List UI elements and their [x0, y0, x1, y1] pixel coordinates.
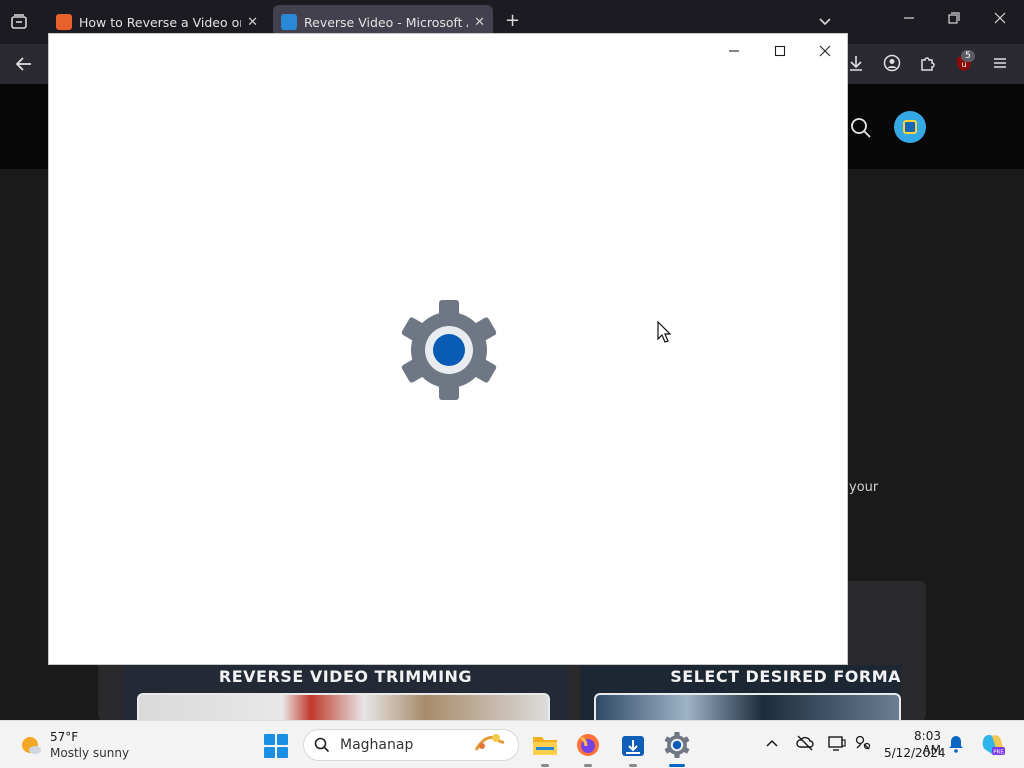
installer-icon[interactable] [618, 730, 648, 767]
minimize-icon[interactable] [720, 42, 748, 60]
puzzle-icon[interactable] [919, 54, 937, 76]
screenshot-label: SELECT DESIRED FORMA [670, 667, 901, 686]
settings-window[interactable] [48, 33, 848, 665]
maximize-icon[interactable] [766, 42, 794, 60]
weather-temperature[interactable]: 57°F [50, 730, 78, 744]
account-icon[interactable] [883, 54, 901, 76]
tab-favicon-icon [56, 14, 72, 30]
search-highlight-icon [472, 730, 508, 761]
weather-sun-icon[interactable] [20, 734, 42, 756]
settings-gear-icon [399, 300, 499, 400]
firefox-icon[interactable] [573, 730, 603, 767]
chevron-up-icon[interactable] [765, 735, 779, 754]
tab-list-icon[interactable] [8, 11, 30, 33]
close-tab-icon[interactable]: ✕ [247, 15, 258, 30]
close-icon[interactable] [811, 42, 839, 60]
onedrive-offline-icon[interactable] [796, 735, 814, 755]
restore-icon[interactable] [948, 12, 960, 28]
mouse-cursor-icon [657, 320, 672, 347]
start-button[interactable] [264, 734, 288, 758]
hamburger-icon[interactable] [991, 54, 1009, 76]
extension-badge: 5 [961, 50, 975, 62]
tab-title: How to Reverse a Video on Cap [79, 14, 241, 30]
copilot-pre-label: PRE [993, 750, 1004, 756]
screenshot-image [137, 693, 550, 721]
clock-date[interactable]: 5/12/2024 [884, 746, 946, 760]
network-sound-icon[interactable] [855, 735, 871, 755]
screenshot-thumbnail[interactable]: REVERSE VIDEO TRIMMING [123, 665, 568, 721]
tab-title: Reverse Video - Microsoft Apps [304, 14, 468, 30]
screenshot-label: REVERSE VIDEO TRIMMING [218, 667, 473, 686]
taskbar: 57°F Mostly sunny Maghanap 8:03 AM 5/12/… [0, 720, 1024, 768]
weather-condition[interactable]: Mostly sunny [50, 746, 129, 760]
avatar[interactable] [894, 111, 926, 143]
back-arrow-icon[interactable] [14, 54, 34, 78]
search-icon [314, 737, 330, 753]
screenshot-thumbnail[interactable]: SELECT DESIRED FORMA [580, 665, 901, 721]
close-icon[interactable] [994, 12, 1006, 28]
display-icon[interactable] [828, 735, 846, 755]
download-icon[interactable] [847, 54, 865, 76]
copilot-icon[interactable]: PRE [980, 732, 1006, 762]
close-tab-icon[interactable]: ✕ [474, 15, 485, 30]
search-icon[interactable] [850, 117, 872, 143]
screenshot-image [594, 693, 901, 721]
description-text: your [849, 480, 879, 495]
file-explorer-icon[interactable] [530, 730, 560, 767]
search-placeholder: Maghanap [340, 737, 414, 753]
plus-icon[interactable]: + [505, 12, 520, 30]
chevron-down-icon[interactable] [818, 14, 832, 33]
notification-bell-icon[interactable] [948, 735, 964, 757]
minimize-icon[interactable] [903, 12, 915, 28]
tab-favicon-icon [281, 14, 297, 30]
settings-icon[interactable] [662, 730, 692, 767]
